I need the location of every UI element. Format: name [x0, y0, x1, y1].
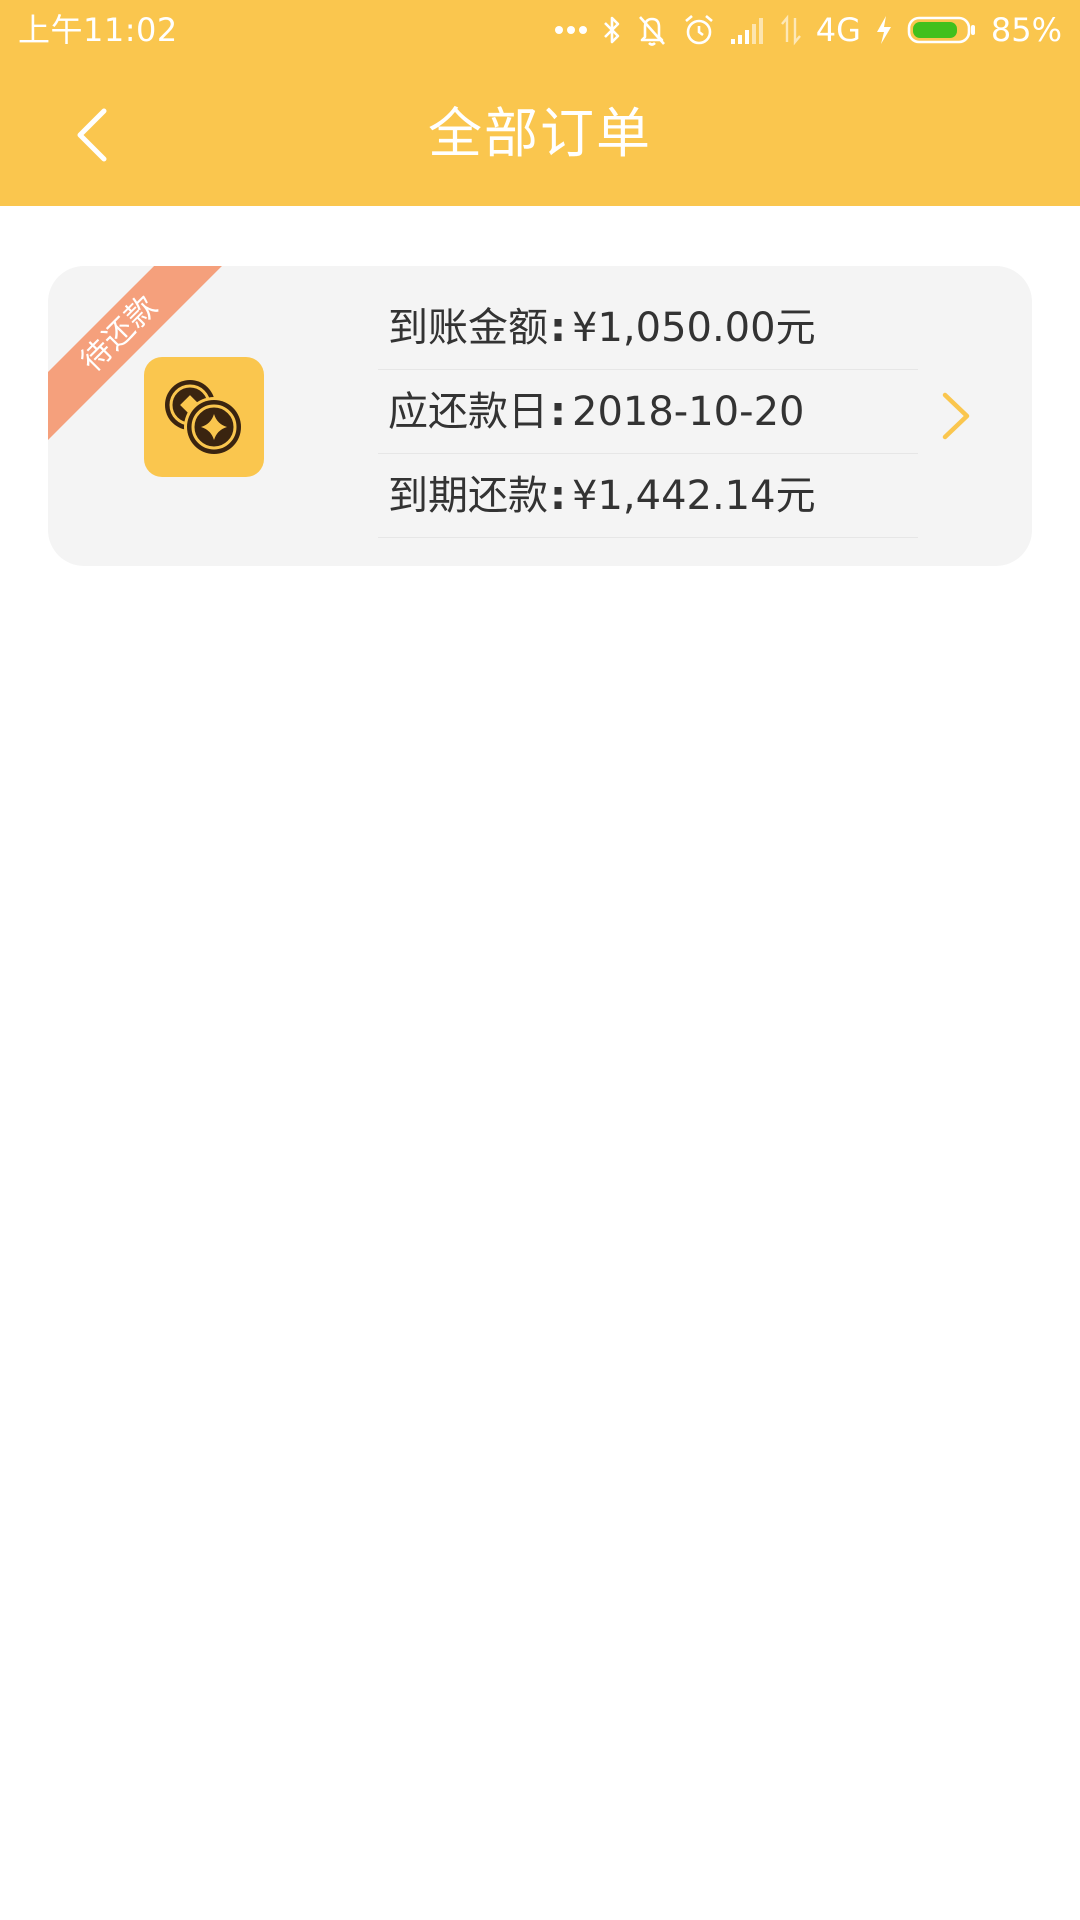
- app-header: 上午11:02 4G 85% 全部订单: [0, 0, 1080, 206]
- data-arrows-icon: [780, 14, 802, 46]
- coins-icon: [165, 380, 244, 457]
- battery-icon: [907, 15, 977, 45]
- alarm-icon: [682, 13, 716, 47]
- info-row-due-date: 应还款日 : 2018-10-20: [378, 370, 918, 454]
- due-date-value: 2018-10-20: [572, 388, 805, 435]
- info-row-repayment-amount: 到期还款 : ¥1,442.14元: [378, 454, 918, 538]
- repayment-amount-value: ¥1,442.14元: [572, 472, 816, 519]
- mute-bell-icon: [636, 13, 668, 47]
- signal-icon: [730, 15, 766, 45]
- battery-percent: 85%: [990, 11, 1062, 49]
- charging-bolt-icon: [875, 15, 893, 45]
- due-date-colon: :: [550, 388, 566, 435]
- bluetooth-icon: [602, 14, 622, 46]
- network-type: 4G: [815, 11, 861, 49]
- repayment-amount-colon: :: [550, 472, 566, 519]
- order-card[interactable]: 待还款 到账金额 : ¥1,050.00元 应还款日 : 2018-10-20 …: [48, 266, 1032, 566]
- repayment-amount-label: 到期还款: [388, 472, 548, 519]
- order-info: 到账金额 : ¥1,050.00元 应还款日 : 2018-10-20 到期还款…: [378, 286, 918, 538]
- app-logo: [144, 357, 264, 477]
- page-title: 全部订单: [428, 102, 652, 165]
- status-icons: 4G 85%: [554, 8, 1062, 52]
- received-amount-label: 到账金额: [388, 304, 548, 351]
- status-time: 上午11:02: [18, 11, 178, 49]
- status-bar: 上午11:02 4G 85%: [0, 0, 1080, 60]
- received-amount-value: ¥1,050.00元: [572, 304, 816, 351]
- received-amount-colon: :: [550, 304, 566, 351]
- due-date-label: 应还款日: [388, 388, 548, 435]
- chevron-right-icon[interactable]: [938, 390, 974, 442]
- title-bar: 全部订单: [0, 60, 1080, 206]
- info-row-received-amount: 到账金额 : ¥1,050.00元: [378, 286, 918, 370]
- more-dots-icon: [554, 25, 588, 35]
